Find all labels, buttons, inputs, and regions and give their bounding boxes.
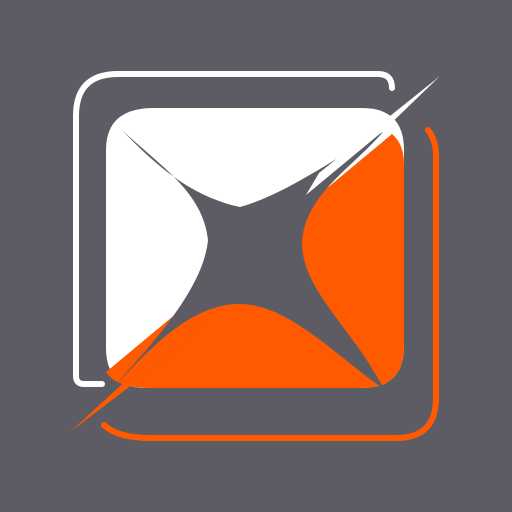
app-icon-canvas (0, 0, 512, 512)
x-logo-icon (0, 0, 512, 512)
